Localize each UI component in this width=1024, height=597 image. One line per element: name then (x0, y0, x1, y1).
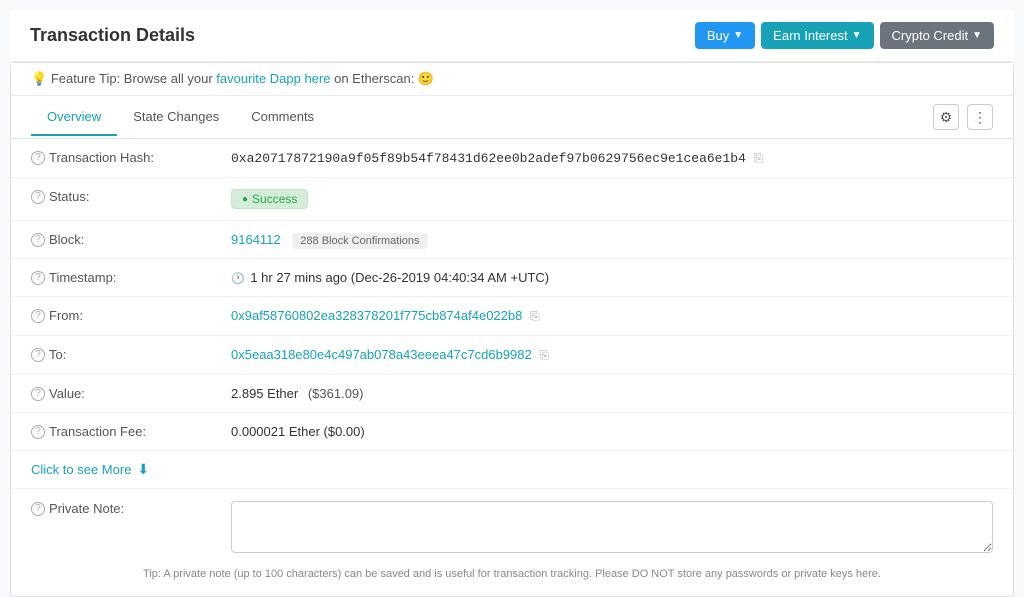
tip-icon: 💡 (31, 71, 47, 86)
settings-icon-button[interactable]: ⚙ (933, 104, 959, 130)
timestamp-value: 🕐 1 hr 27 mins ago (Dec-26-2019 04:40:34… (231, 270, 993, 285)
value-label: ? Value: (31, 386, 231, 401)
to-value: 0x5eaa318e80e4c497ab078a43eeea47c7cd6b99… (231, 347, 993, 363)
value-usd: ($361.09) (308, 386, 364, 401)
transaction-hash-label: ? Transaction Hash: (31, 150, 231, 165)
tab-comments[interactable]: Comments (235, 99, 330, 136)
clock-icon: 🕐 (231, 273, 245, 285)
status-badge: ● Success (231, 189, 308, 209)
private-note-tip: Tip: A private note (up to 100 character… (31, 568, 993, 588)
timestamp-row: ? Timestamp: 🕐 1 hr 27 mins ago (Dec-26-… (11, 259, 1013, 297)
from-value: 0x9af58760802ea328378201f775cb874af4e022… (231, 308, 993, 324)
details-section: ? Transaction Hash: 0xa20717872190a9f05f… (11, 139, 1013, 451)
crypto-arrow-icon: ▼ (972, 30, 982, 41)
favourite-dapp-link[interactable]: favourite Dapp here (216, 71, 330, 86)
crypto-credit-button[interactable]: Crypto Credit ▼ (880, 22, 994, 49)
status-value: ● Success (231, 189, 993, 209)
value-value: 2.895 Ether ($361.09) (231, 386, 993, 401)
value-row: ? Value: 2.895 Ether ($361.09) (11, 375, 1013, 413)
block-row: ? Block: 9164112 288 Block Confirmations (11, 221, 1013, 259)
to-address-link[interactable]: 0x5eaa318e80e4c497ab078a43eeea47c7cd6b99… (231, 347, 532, 362)
transaction-hash-value: 0xa20717872190a9f05f89b54f78431d62ee0b2a… (231, 150, 993, 166)
buy-button[interactable]: Buy ▼ (695, 22, 755, 49)
to-help-icon[interactable]: ? (31, 348, 45, 362)
from-label: ? From: (31, 308, 231, 323)
value-help-icon[interactable]: ? (31, 387, 45, 401)
top-buttons: Buy ▼ Earn Interest ▼ Crypto Credit ▼ (695, 22, 994, 49)
private-note-input-wrapper (231, 501, 993, 556)
transaction-fee-label: ? Transaction Fee: (31, 424, 231, 439)
tab-overview[interactable]: Overview (31, 99, 117, 136)
buy-arrow-icon: ▼ (733, 30, 743, 41)
click-to-see-more[interactable]: Click to see More ⬇ (11, 451, 1013, 489)
transaction-hash-help-icon[interactable]: ? (31, 151, 45, 165)
main-card: 💡 Feature Tip: Browse all your favourite… (10, 62, 1014, 597)
block-number-link[interactable]: 9164112 (231, 232, 281, 247)
block-value: 9164112 288 Block Confirmations (231, 232, 993, 247)
private-note-section: ? Private Note: Tip: A private note (up … (11, 489, 1013, 596)
transaction-fee-value: 0.000021 Ether ($0.00) (231, 424, 993, 439)
status-help-icon[interactable]: ? (31, 190, 45, 204)
transaction-fee-help-icon[interactable]: ? (31, 425, 45, 439)
top-bar: Transaction Details Buy ▼ Earn Interest … (10, 10, 1014, 62)
tab-icons: ⚙ ⋮ (933, 96, 993, 138)
earn-interest-button[interactable]: Earn Interest ▼ (761, 22, 873, 49)
value-amount: 2.895 Ether (231, 386, 298, 401)
more-options-icon-button[interactable]: ⋮ (967, 104, 993, 130)
tabs-bar: Overview State Changes Comments ⚙ ⋮ (11, 96, 1013, 139)
feature-tip: 💡 Feature Tip: Browse all your favourite… (11, 63, 1013, 96)
from-address-link[interactable]: 0x9af58760802ea328378201f775cb874af4e022… (231, 308, 522, 323)
to-label: ? To: (31, 347, 231, 362)
timestamp-help-icon[interactable]: ? (31, 271, 45, 285)
transaction-hash-row: ? Transaction Hash: 0xa20717872190a9f05f… (11, 139, 1013, 178)
timestamp-label: ? Timestamp: (31, 270, 231, 285)
block-confirmations-badge: 288 Block Confirmations (292, 233, 427, 249)
status-row: ? Status: ● Success (11, 178, 1013, 221)
tab-state-changes[interactable]: State Changes (117, 99, 235, 136)
from-help-icon[interactable]: ? (31, 309, 45, 323)
copy-to-icon[interactable]: ⎘ (539, 348, 549, 362)
earn-arrow-icon: ▼ (852, 30, 862, 41)
block-label: ? Block: (31, 232, 231, 247)
private-note-help-icon[interactable]: ? (31, 502, 45, 516)
to-row: ? To: 0x5eaa318e80e4c497ab078a43eeea47c7… (11, 336, 1013, 375)
down-arrow-icon: ⬇ (137, 461, 149, 478)
private-note-label: ? Private Note: (31, 501, 231, 516)
status-dot-icon: ● (242, 194, 248, 205)
copy-from-icon[interactable]: ⎘ (530, 309, 540, 323)
page-title: Transaction Details (30, 25, 195, 46)
status-label: ? Status: (31, 189, 231, 204)
from-row: ? From: 0x9af58760802ea328378201f775cb87… (11, 297, 1013, 336)
tabs: Overview State Changes Comments (31, 99, 330, 136)
copy-hash-icon[interactable]: ⎘ (754, 151, 764, 165)
block-help-icon[interactable]: ? (31, 233, 45, 247)
private-note-textarea[interactable] (231, 501, 993, 553)
transaction-fee-row: ? Transaction Fee: 0.000021 Ether ($0.00… (11, 413, 1013, 451)
